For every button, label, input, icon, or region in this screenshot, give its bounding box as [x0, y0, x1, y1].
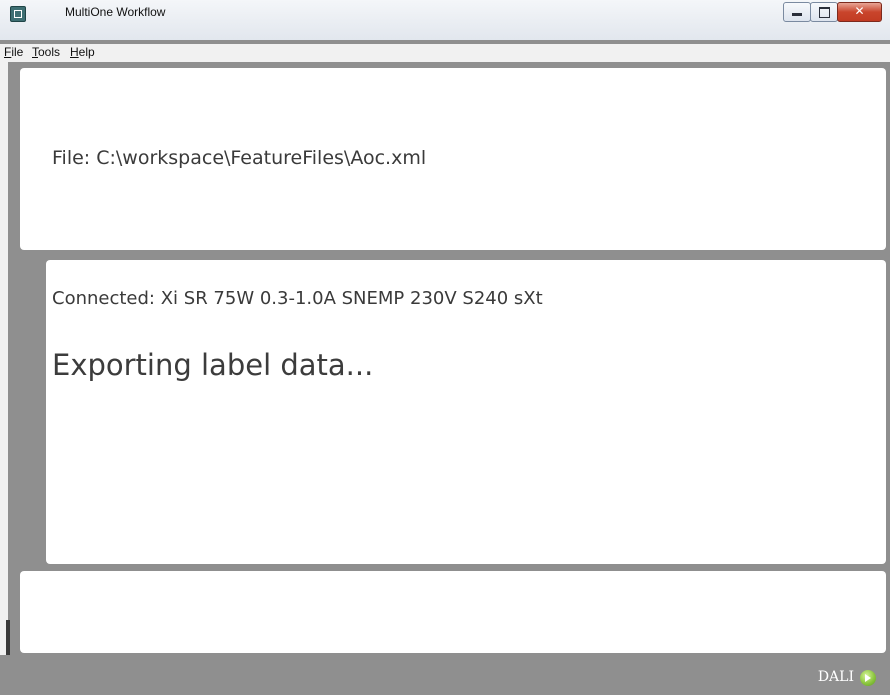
maximize-button[interactable]: [810, 2, 838, 22]
maximize-icon: [819, 7, 830, 18]
file-path-label: File: C:\workspace\FeatureFiles\Aoc.xml: [52, 147, 427, 169]
left-window-edge: [0, 62, 8, 695]
menu-help[interactable]: Help: [70, 45, 95, 59]
close-button[interactable]: ✕: [837, 2, 882, 22]
bottom-panel: [20, 571, 886, 653]
menu-help-accel: H: [70, 45, 79, 59]
dali-connection-icon[interactable]: [860, 670, 876, 686]
title-bar[interactable]: MultiOne Workflow ✕: [0, 0, 890, 40]
connected-device-label: Connected: Xi SR 75W 0.3-1.0A SNEMP 230V…: [52, 288, 543, 309]
protocol-label: DALI: [817, 669, 854, 685]
menu-help-label: elp: [78, 45, 95, 59]
status-panel: Connected: Xi SR 75W 0.3-1.0A SNEMP 230V…: [46, 260, 886, 564]
app-icon[interactable]: [10, 6, 26, 22]
close-icon: ✕: [854, 4, 865, 18]
minimize-button[interactable]: [783, 2, 811, 22]
progress-message: Exporting label data...: [52, 348, 374, 382]
app-window: MultiOne Workflow ✕ File Tools Help File…: [0, 0, 890, 695]
window-title: MultiOne Workflow: [65, 5, 166, 19]
menu-tools-label: ools: [38, 45, 61, 59]
window-controls: ✕: [783, 2, 882, 22]
menu-file[interactable]: File: [4, 45, 23, 59]
menu-file-label: ile: [11, 45, 24, 59]
status-bar: DALI: [0, 655, 890, 695]
menu-tools[interactable]: Tools: [32, 45, 60, 59]
menu-bar: File Tools Help: [0, 44, 890, 62]
minimize-icon: [792, 13, 802, 16]
file-panel: File: C:\workspace\FeatureFiles\Aoc.xml: [20, 68, 886, 250]
